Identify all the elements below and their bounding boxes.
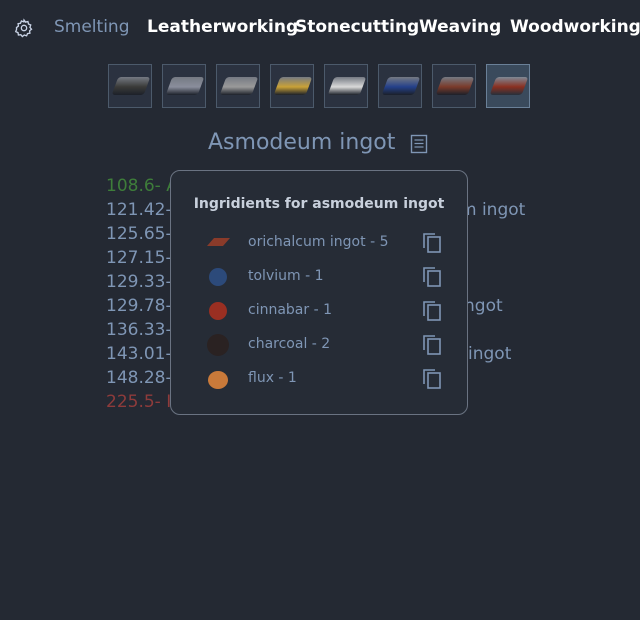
recipe-value: 121.42 [106, 200, 166, 220]
silver-ingot-icon [219, 77, 259, 95]
tab-stonecutting[interactable]: Stonecutting [295, 17, 419, 37]
gear-icon[interactable] [14, 18, 34, 38]
recipe-value: 148.28 [106, 368, 166, 388]
ingredient-label: flux - 1 [248, 370, 297, 386]
page-title: Asmodeum ingot [208, 130, 396, 155]
ingredient-label: cinnabar - 1 [248, 302, 332, 318]
item-tile-silver-ingot[interactable] [216, 64, 260, 108]
recipe-row[interactable]: 143.01- ingot [106, 344, 511, 364]
steel-ingot-icon [165, 77, 205, 95]
flux-icon [208, 371, 228, 389]
copy-icon[interactable] [421, 299, 443, 323]
recipe-value: 129.33 [106, 272, 166, 292]
top-nav: Smelting Leatherworking Stonecutting Wea… [0, 14, 640, 44]
charcoal-icon [207, 334, 229, 356]
recipe-row[interactable]: 129.33-t [106, 272, 467, 292]
recipe-row[interactable]: 127.15- [106, 248, 172, 268]
tolvium-ingot-icon [381, 77, 421, 95]
ingredient-row: charcoal - 2 [201, 332, 451, 358]
ingredient-row: orichalcum ingot - 5 [201, 230, 451, 256]
tab-smelting[interactable]: Smelting [54, 17, 130, 37]
item-tile-asmodeum-ingot[interactable] [486, 64, 530, 108]
tab-weaving[interactable]: Weaving [419, 17, 501, 37]
ingredient-label: orichalcum ingot - 5 [248, 234, 389, 250]
recipe-row[interactable]: 225.5- I [106, 392, 171, 412]
copy-icon[interactable] [421, 231, 443, 255]
copy-icon[interactable] [421, 367, 443, 391]
recipe-value: 129.78 [106, 296, 166, 316]
document-icon[interactable] [410, 134, 428, 154]
recipe-value: 136.33 [106, 320, 166, 340]
ingredient-row: cinnabar - 1 [201, 298, 451, 324]
recipe-row[interactable]: 121.42- m ingot [106, 200, 525, 220]
iron-ingot-icon [111, 77, 151, 95]
recipe-name-fragment: m ingot [460, 200, 526, 220]
copy-icon[interactable] [421, 333, 443, 357]
recipe-name-fragment: ngot [464, 296, 503, 316]
mythril-ingot-icon [327, 77, 367, 95]
tab-leatherworking[interactable]: Leatherworking [147, 17, 298, 37]
recipe-row[interactable]: 108.6- A [106, 176, 178, 196]
recipe-row[interactable]: 148.28- [106, 368, 172, 388]
item-tile-mythril-ingot[interactable] [324, 64, 368, 108]
ingredient-row: flux - 1 [201, 366, 451, 392]
tolvium-ore-icon [209, 268, 227, 286]
copy-icon[interactable] [421, 265, 443, 289]
orichalcum-ingot-icon [207, 238, 230, 246]
recipe-separator: - I [154, 392, 172, 412]
ingredient-label: charcoal - 2 [248, 336, 331, 352]
recipe-value: 108.6 [106, 176, 155, 196]
item-tile-steel-ingot[interactable] [162, 64, 206, 108]
item-tile-tolvium-ingot[interactable] [378, 64, 422, 108]
popup-title: Ingridients for asmodeum ingot [193, 196, 445, 212]
ingredients-popup: Ingridients for asmodeum ingot orichalcu… [170, 170, 468, 415]
gold-ingot-icon [273, 77, 313, 95]
tab-woodworking[interactable]: Woodworking [510, 17, 640, 37]
orichalcum-ingot-icon [435, 77, 475, 95]
ingredient-label: tolvium - 1 [248, 268, 324, 284]
recipe-value: 143.01 [106, 344, 166, 364]
recipe-value: 127.15 [106, 248, 166, 268]
ingredient-row: tolvium - 1 [201, 264, 451, 290]
recipe-value: 225.5 [106, 392, 155, 412]
recipe-row[interactable]: 129.78- ngot [106, 296, 503, 316]
asmodeum-ingot-icon [489, 77, 529, 95]
recipe-row[interactable]: 125.65- [106, 224, 172, 244]
item-tile-orichalcum-ingot[interactable] [432, 64, 476, 108]
cinnabar-icon [209, 302, 227, 320]
recipe-name-fragment: ingot [468, 344, 512, 364]
recipe-row[interactable]: 136.33-t [106, 320, 467, 340]
recipe-value: 125.65 [106, 224, 166, 244]
item-tile-gold-ingot[interactable] [270, 64, 314, 108]
item-tile-iron-ingot[interactable] [108, 64, 152, 108]
